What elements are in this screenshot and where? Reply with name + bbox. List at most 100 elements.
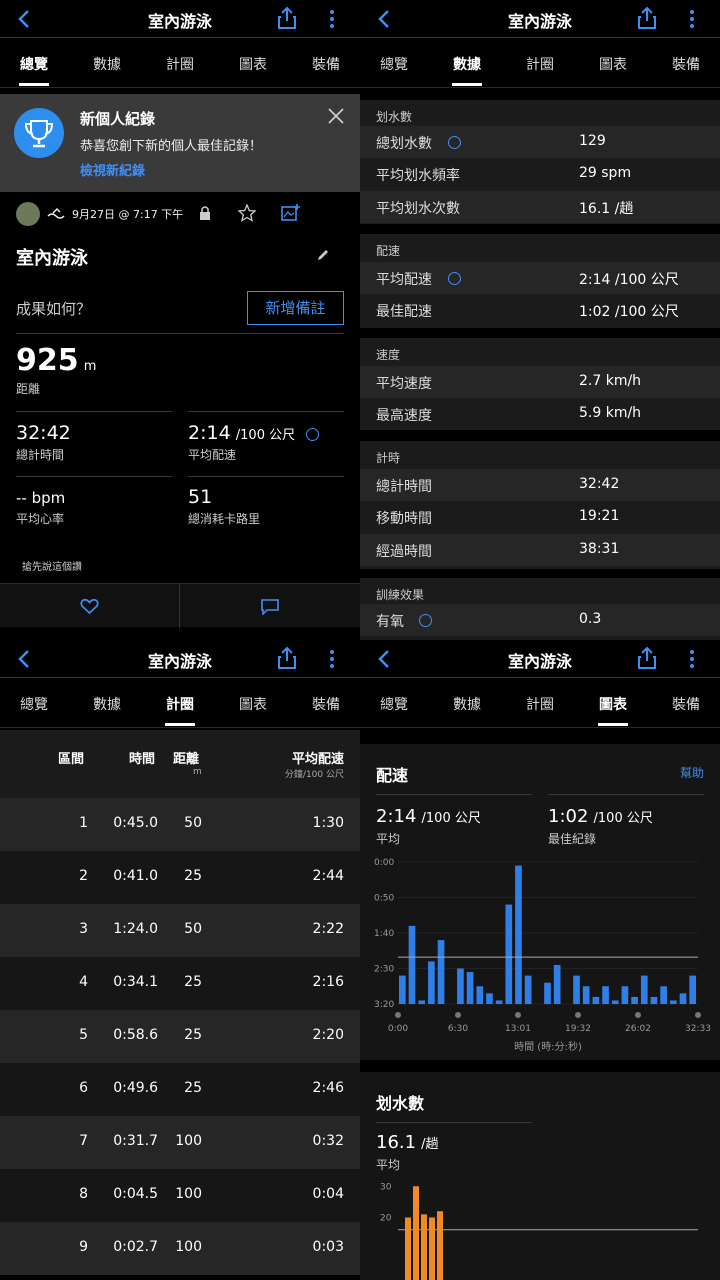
- pace-bar: [486, 993, 493, 1004]
- lap-number: 3: [79, 921, 88, 937]
- tab-laps[interactable]: 計圈: [155, 694, 205, 726]
- avg-pace-stat: 2:14 /100 公尺: [188, 422, 320, 444]
- lap-row[interactable]: 6 0:49.6 25 2:46: [0, 1063, 360, 1116]
- tab-overview[interactable]: 總覽: [369, 694, 419, 714]
- add-note-button[interactable]: 新增備註: [247, 291, 344, 325]
- tab-laps[interactable]: 計圈: [515, 694, 565, 714]
- lap-row[interactable]: 8 0:04.5 100 0:04: [0, 1169, 360, 1222]
- pace-bar: [408, 925, 416, 1004]
- pace-section: 配速 平均配速 2:14 /100 公尺 最佳配速 1:02 /100 公尺: [360, 234, 720, 328]
- strokes-section: 划水數 總划水數 129 平均划水頻率 29 spm 平均划水次數 16.1 /趟: [360, 100, 720, 224]
- more-options-icon[interactable]: [682, 8, 702, 30]
- tab-overview[interactable]: 總覽: [369, 54, 419, 74]
- page-title: 室內游泳: [147, 12, 212, 31]
- stroke-avg-unit: /趟: [421, 1137, 439, 1152]
- pace-bar: [515, 865, 522, 1004]
- best-pace-label: 最佳紀錄: [548, 832, 597, 846]
- close-icon[interactable]: [327, 107, 345, 125]
- tab-charts[interactable]: 圖表: [588, 694, 638, 726]
- stroke-avg-label: 平均: [376, 1158, 401, 1172]
- avg-pace-unit: /100 公尺: [235, 428, 296, 443]
- share-icon[interactable]: [636, 646, 658, 670]
- info-icon[interactable]: [448, 136, 461, 149]
- lap-row[interactable]: 4 0:34.1 25 2:16: [0, 957, 360, 1010]
- lap-row[interactable]: 2 0:41.0 25 2:44: [0, 851, 360, 904]
- tab-overview[interactable]: 總覽: [9, 694, 59, 714]
- lap-distance: 25: [184, 974, 202, 990]
- x-tick-dot: [515, 1012, 521, 1018]
- view-new-record-link[interactable]: 檢視新紀錄: [80, 160, 145, 179]
- tab-charts[interactable]: 圖表: [228, 694, 278, 714]
- training-effect-section: 訓練效果 有氧 0.3: [360, 578, 720, 640]
- pace-bar: [437, 940, 445, 1004]
- share-icon[interactable]: [276, 6, 298, 30]
- lap-row[interactable]: 9 0:02.7 100 0:03: [0, 1222, 360, 1275]
- section-header: 訓練效果: [376, 588, 425, 602]
- x-tick-label: 6:30: [448, 1024, 468, 1034]
- info-icon[interactable]: [448, 272, 461, 285]
- lap-distance: 50: [184, 921, 202, 937]
- lap-row[interactable]: 5 0:58.6 25 2:20: [0, 1010, 360, 1063]
- section-header: 配速: [376, 244, 401, 258]
- add-photo-icon[interactable]: [281, 203, 301, 221]
- help-link[interactable]: 幫助: [680, 764, 704, 781]
- stroke-chart[interactable]: 30 20: [360, 1178, 720, 1280]
- tab-laps[interactable]: 計圈: [515, 54, 565, 74]
- page-title: 室內游泳: [507, 652, 572, 671]
- more-options-icon[interactable]: [322, 8, 342, 30]
- pace-bar: [524, 975, 532, 1004]
- pace-bar: [582, 986, 590, 1004]
- avatar[interactable]: [16, 202, 40, 226]
- tab-gear[interactable]: 裝備: [661, 694, 711, 714]
- how-did-it-go: 成果如何？: [16, 300, 92, 318]
- tab-data[interactable]: 數據: [442, 694, 492, 714]
- more-options-icon[interactable]: [682, 648, 702, 670]
- star-icon[interactable]: [238, 204, 256, 222]
- share-icon[interactable]: [636, 6, 658, 30]
- heart-rate-label: 平均心率: [16, 512, 65, 526]
- tab-gear[interactable]: 裝備: [301, 694, 351, 714]
- lap-number: 4: [79, 974, 88, 990]
- lap-row[interactable]: 3 1:24.0 50 2:22: [0, 904, 360, 957]
- tab-laps[interactable]: 計圈: [155, 54, 205, 74]
- section-header: 計時: [376, 451, 401, 465]
- lap-pace: 2:20: [312, 1027, 344, 1043]
- like-heart-icon[interactable]: [80, 598, 99, 615]
- tab-overview[interactable]: 總覽: [9, 54, 59, 86]
- tab-bar: 總覽 數據 計圈 圖表 裝備: [0, 678, 360, 728]
- personal-record-banner[interactable]: 新個人紀錄 恭喜您創下新的個人最佳記錄！ 檢視新紀錄: [0, 94, 360, 192]
- lap-row[interactable]: 7 0:31.7 100 0:32: [0, 1116, 360, 1169]
- pace-bar: [428, 961, 435, 1004]
- share-icon[interactable]: [276, 646, 298, 670]
- lock-icon[interactable]: [198, 205, 212, 221]
- stroke-chart-title: 划水數: [376, 1094, 425, 1113]
- stat-row: 平均配速 2:14 /100 公尺: [360, 262, 720, 294]
- tab-data[interactable]: 數據: [82, 694, 132, 714]
- data-panel: 室內游泳 總覽 數據 計圈 圖表 裝備 划水數 總划水數 129 平均划水頻率 29…: [360, 0, 720, 640]
- lap-pace: 0:03: [312, 1239, 344, 1255]
- stroke-bar: [421, 1214, 427, 1280]
- tab-gear[interactable]: 裝備: [301, 54, 351, 74]
- tab-charts[interactable]: 圖表: [228, 54, 278, 74]
- lap-time: 0:58.6: [113, 1027, 158, 1043]
- pace-chart[interactable]: 0:00 0:50 1:40 2:30 3:20 0:00 6:30 13:01 19:32 26…: [360, 854, 720, 1060]
- tab-data[interactable]: 數據: [442, 54, 492, 86]
- tab-data[interactable]: 數據: [82, 54, 132, 74]
- tab-bar: 總覽 數據 計圈 圖表 裝備: [0, 38, 360, 88]
- pace-bar: [495, 1000, 503, 1004]
- info-icon[interactable]: [306, 428, 320, 441]
- edit-icon[interactable]: [316, 248, 330, 262]
- tab-gear[interactable]: 裝備: [661, 54, 711, 74]
- x-tick-dot: [635, 1012, 641, 1018]
- comment-icon[interactable]: [261, 599, 279, 615]
- info-icon[interactable]: [419, 614, 432, 627]
- lap-row[interactable]: 1 0:45.0 50 1:30: [0, 798, 360, 851]
- x-tick-dot: [575, 1012, 581, 1018]
- section-header: 划水數: [376, 110, 413, 124]
- stat-row: 有氧 0.3: [360, 604, 720, 636]
- more-options-icon[interactable]: [322, 648, 342, 670]
- tab-charts[interactable]: 圖表: [588, 54, 638, 74]
- pace-bar: [553, 964, 561, 1004]
- lap-pace: 2:46: [312, 1080, 344, 1096]
- calories-label: 總消耗卡路里: [188, 512, 261, 526]
